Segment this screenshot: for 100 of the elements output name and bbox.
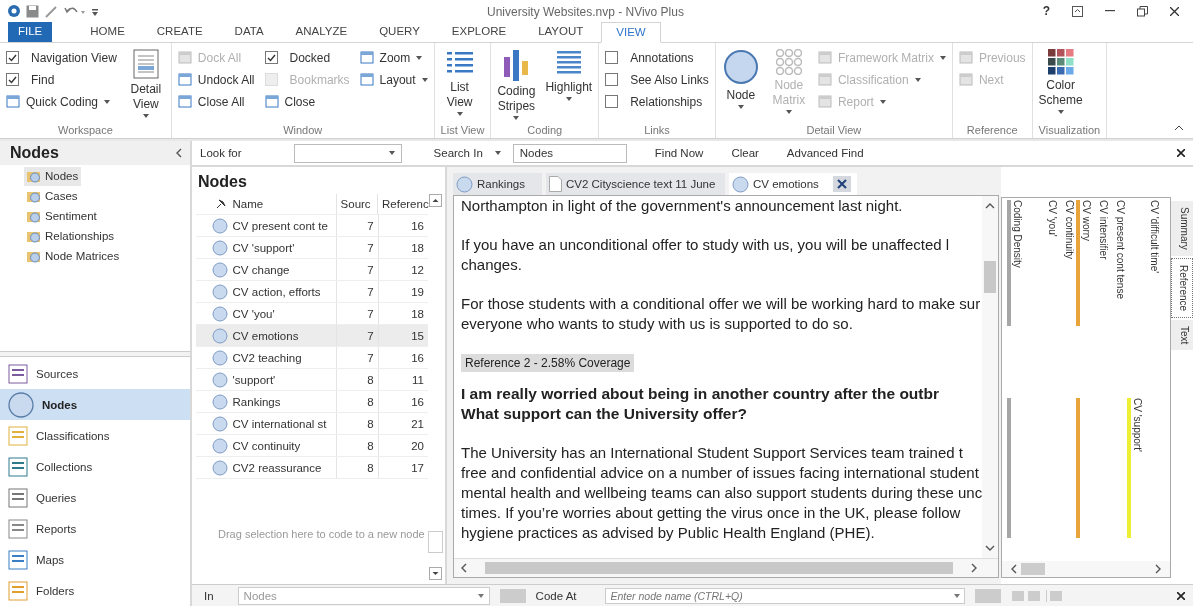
ribbon-tab[interactable]: QUERY	[365, 22, 434, 42]
collapse-icon[interactable]	[176, 147, 182, 158]
column-header[interactable]: Sourc	[336, 194, 378, 214]
name-cell: CV action, efforts	[230, 281, 338, 302]
tree-item[interactable]: Relationships	[24, 226, 118, 246]
nav-button[interactable]: Maps	[0, 544, 190, 575]
document-tab[interactable]: CV2 Cityscience text 11 June	[546, 173, 725, 195]
node-row[interactable]: CV continuity 8 20	[196, 435, 428, 457]
ribbon-command[interactable]: Close	[264, 93, 350, 110]
look-for-field[interactable]	[293, 143, 402, 163]
scroll-up-icon[interactable]	[985, 202, 995, 209]
ribbon-tab[interactable]: ANALYZE	[281, 22, 362, 42]
close-icon[interactable]	[1177, 591, 1185, 600]
ribbon-tab[interactable]: EXPLORE	[437, 22, 521, 42]
column-header[interactable]: Referenc	[378, 194, 428, 214]
minimize-icon[interactable]	[1105, 10, 1115, 12]
node-row[interactable]: CV international st 8 21	[196, 413, 428, 435]
ribbon-checkbox[interactable]: See Also Links	[605, 71, 709, 88]
ribbon-command[interactable]: Quick Coding	[6, 93, 117, 110]
node-row[interactable]: CV change 7 12	[196, 259, 428, 281]
ribbon-tab[interactable]: CREATE	[142, 22, 217, 42]
nav-button[interactable]: Folders	[0, 575, 190, 606]
column-header[interactable]: Name	[230, 194, 337, 214]
close-icon[interactable]	[1177, 149, 1185, 157]
tree-item[interactable]: Nodes	[24, 166, 82, 186]
ribbon-button[interactable]: Detail View	[126, 47, 165, 124]
node-icon	[456, 175, 473, 193]
side-tab[interactable]: Summary	[1171, 201, 1193, 256]
document-tab[interactable]: Rankings	[453, 173, 542, 195]
nav-button[interactable]: Classifications	[0, 420, 190, 451]
ribbon-command[interactable]: Close All	[177, 93, 255, 110]
scroll-down-icon[interactable]	[428, 567, 442, 580]
tree-item[interactable]: Sentiment	[24, 206, 100, 226]
close-icon[interactable]	[832, 176, 851, 192]
pencil-icon[interactable]	[45, 4, 58, 18]
node-row[interactable]: CV action, efforts 7 19	[196, 281, 428, 303]
search-in-field[interactable]: Nodes	[512, 143, 627, 163]
node-row[interactable]: 'support' 8 11	[196, 369, 428, 391]
ribbon-tab[interactable]: LAYOUT	[524, 22, 598, 42]
ribbon-command[interactable]: Layout	[359, 71, 428, 88]
window-icon	[817, 95, 832, 108]
ribbon-checkbox[interactable]: Relationships	[605, 93, 709, 110]
ribbon-tab[interactable]: VIEW	[601, 22, 661, 43]
ribbon-button[interactable]: List View	[440, 47, 479, 124]
caret-icon[interactable]	[953, 593, 960, 598]
side-tab[interactable]: Reference	[1171, 257, 1193, 318]
ribbon-button[interactable]: Node	[721, 47, 760, 124]
document-tab[interactable]: CV emotions	[729, 173, 857, 195]
nav-button[interactable]: Nodes	[0, 389, 190, 420]
scrollbar-thumb[interactable]	[984, 261, 996, 293]
ribbon-button[interactable]: Highlight	[545, 47, 593, 124]
scrollbar-thumb[interactable]	[1021, 563, 1045, 575]
save-icon[interactable]	[26, 4, 39, 18]
ribbon-button[interactable]: Color Scheme	[1038, 47, 1083, 124]
scroll-up-icon[interactable]	[428, 194, 442, 207]
file-tab[interactable]: FILE	[8, 22, 53, 42]
side-tab[interactable]: Text	[1171, 319, 1193, 351]
close-icon[interactable]	[1170, 6, 1179, 16]
clear-button[interactable]: Clear	[731, 147, 759, 159]
scroll-right-icon[interactable]	[971, 563, 978, 573]
caret-icon	[879, 99, 886, 104]
ribbon-checkbox[interactable]: Docked	[264, 49, 350, 66]
scroll-down-icon[interactable]	[985, 545, 995, 552]
collapse-ribbon-icon[interactable]	[1175, 125, 1183, 130]
ribbon-command[interactable]: Undock All	[177, 71, 255, 88]
find-now-button[interactable]: Find Now	[654, 147, 704, 159]
nav-button[interactable]: Reports	[0, 513, 190, 544]
caret-icon[interactable]	[494, 151, 501, 155]
window-icon	[177, 73, 192, 86]
ribbon-command[interactable]: Zoom	[359, 49, 428, 66]
ribbon-checkbox[interactable]: Annotations	[605, 49, 709, 66]
nav-button[interactable]: Queries	[0, 482, 190, 513]
ribbon-checkbox[interactable]: Find	[6, 71, 117, 88]
node-row[interactable]: Rankings 8 16	[196, 391, 428, 413]
tree-item[interactable]: Node Matrices	[24, 246, 123, 266]
color-grid-icon	[1047, 49, 1074, 75]
tree-item[interactable]: Cases	[24, 186, 81, 206]
nav-button[interactable]: Sources	[0, 358, 190, 389]
nav-button[interactable]: Collections	[0, 451, 190, 482]
scroll-left-icon[interactable]	[1010, 564, 1017, 574]
restore-icon[interactable]	[1137, 5, 1148, 17]
node-row[interactable]: CV 'support' 7 18	[196, 237, 428, 259]
ribbon-checkbox[interactable]: Navigation View	[6, 49, 117, 66]
node-row[interactable]: CV emotions 7 15	[196, 325, 428, 347]
scrollbar-thumb[interactable]	[485, 562, 953, 574]
scroll-right-icon[interactable]	[1155, 564, 1162, 574]
window-icon	[264, 95, 279, 108]
node-row[interactable]: CV2 reassurance 8 17	[196, 457, 428, 479]
code-at-field[interactable]: Enter node name (CTRL+Q)	[604, 587, 965, 604]
ribbon-button[interactable]: Coding Stripes	[497, 47, 536, 124]
ribbon-display-icon[interactable]	[1072, 5, 1083, 17]
node-row[interactable]: CV2 teaching 7 16	[196, 347, 428, 369]
advanced-find-button[interactable]: Advanced Find	[786, 147, 864, 159]
customize-icon[interactable]	[92, 6, 98, 16]
ribbon-tab[interactable]: DATA	[220, 22, 278, 42]
node-row[interactable]: CV present cont te 7 16	[196, 215, 428, 237]
references-cell-text: 11	[411, 372, 425, 388]
ribbon-tab[interactable]: HOME	[76, 22, 139, 42]
help-button[interactable]: ?	[1042, 4, 1050, 18]
scroll-left-icon[interactable]	[460, 563, 467, 573]
